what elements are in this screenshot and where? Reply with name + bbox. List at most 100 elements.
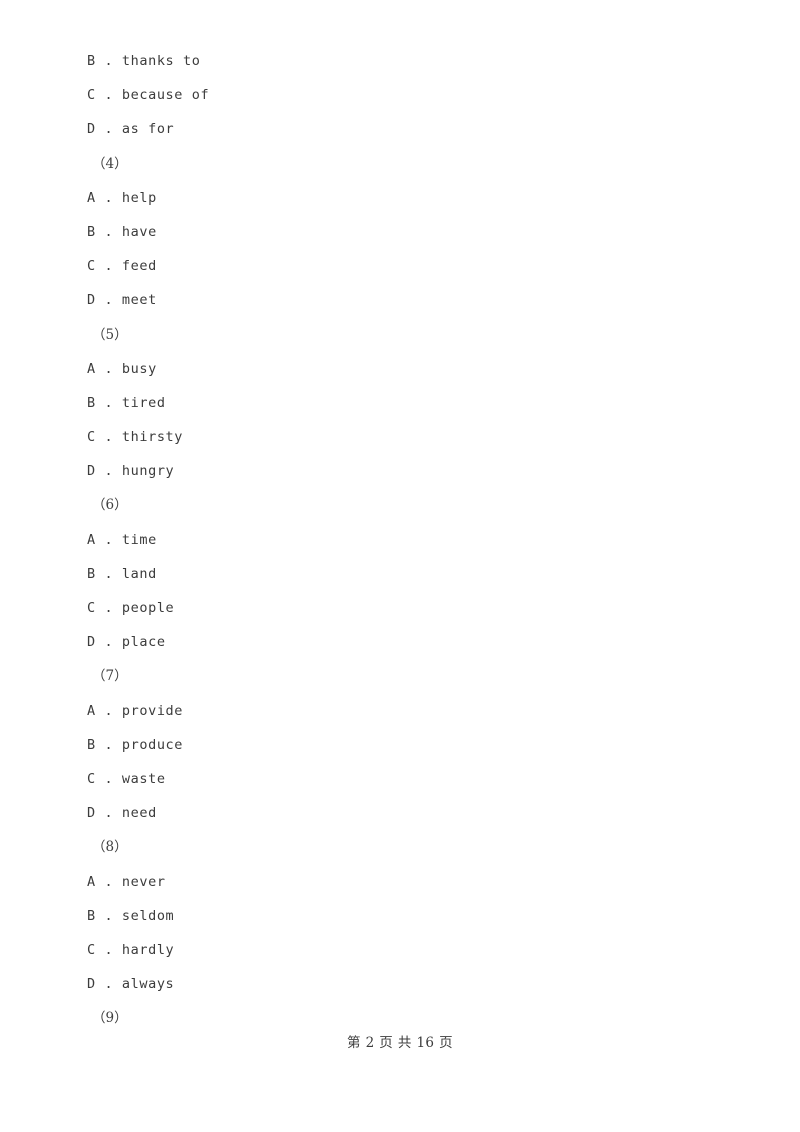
- option-separator: .: [95, 121, 122, 138]
- option-text: busy: [121, 360, 157, 377]
- option-separator: .: [95, 634, 122, 651]
- answer-option[interactable]: D . hungry: [87, 454, 707, 488]
- option-letter: C: [87, 429, 96, 446]
- question-group-marker: （5）: [92, 326, 128, 343]
- option-letter: B: [87, 565, 96, 582]
- option-letter: A: [87, 702, 96, 719]
- answer-option[interactable]: C . thirsty: [87, 420, 707, 454]
- answer-option[interactable]: A . never: [87, 865, 707, 899]
- option-separator: .: [95, 53, 122, 69]
- option-separator: .: [95, 941, 122, 958]
- option-letter: C: [87, 770, 96, 787]
- option-text: provide: [121, 702, 184, 719]
- option-separator: .: [95, 429, 122, 446]
- option-text: waste: [121, 770, 166, 787]
- option-letter: D: [87, 634, 96, 651]
- option-text: tired: [121, 394, 166, 411]
- option-separator: .: [95, 736, 122, 753]
- option-letter: B: [87, 736, 96, 753]
- option-separator: .: [95, 223, 122, 240]
- option-letter: A: [87, 531, 96, 548]
- option-text: help: [121, 189, 157, 206]
- answer-option[interactable]: C . because of: [87, 78, 707, 112]
- question-group-marker: （4）: [92, 155, 128, 172]
- option-separator: .: [95, 873, 122, 890]
- option-text: meet: [121, 292, 157, 309]
- answer-option[interactable]: A . help: [87, 181, 707, 215]
- answer-option[interactable]: A . time: [87, 523, 707, 557]
- option-text: never: [121, 873, 166, 890]
- answer-option[interactable]: B . thanks to: [87, 44, 707, 78]
- option-separator: .: [95, 702, 122, 719]
- question-options-list: B . thanks to C . because of D . as for （4）…: [87, 44, 707, 1035]
- option-letter: D: [87, 121, 96, 138]
- option-letter: D: [87, 463, 96, 480]
- option-text: need: [121, 805, 157, 822]
- answer-option[interactable]: D . need: [87, 796, 707, 830]
- answer-option[interactable]: A . provide: [87, 694, 707, 728]
- answer-option[interactable]: D . meet: [87, 283, 707, 317]
- answer-option[interactable]: D . always: [87, 967, 707, 1001]
- option-separator: .: [95, 258, 122, 275]
- answer-option[interactable]: C . people: [87, 591, 707, 625]
- option-letter: B: [87, 223, 96, 240]
- option-separator: .: [95, 565, 122, 582]
- option-separator: .: [95, 805, 122, 822]
- answer-option[interactable]: C . hardly: [87, 933, 707, 967]
- document-page: B . thanks to C . because of D . as for （4）…: [0, 0, 800, 1132]
- option-letter: A: [87, 189, 96, 206]
- option-text: people: [121, 600, 175, 616]
- option-text: hardly: [121, 941, 175, 958]
- question-group-marker: （6）: [92, 497, 128, 514]
- option-text: feed: [121, 258, 157, 275]
- answer-option[interactable]: B . land: [87, 557, 707, 591]
- option-separator: .: [95, 394, 122, 411]
- answer-option[interactable]: B . have: [87, 215, 707, 249]
- option-text: time: [121, 531, 157, 548]
- answer-option[interactable]: D . place: [87, 625, 707, 659]
- question-group-marker: （7）: [92, 668, 128, 685]
- option-letter: C: [87, 941, 96, 958]
- option-separator: .: [95, 87, 122, 104]
- option-separator: .: [95, 292, 122, 309]
- answer-option[interactable]: C . waste: [87, 762, 707, 796]
- option-separator: .: [95, 770, 122, 787]
- answer-option[interactable]: B . produce: [87, 728, 707, 762]
- option-text: thirsty: [121, 429, 184, 446]
- option-separator: .: [95, 531, 122, 548]
- answer-option[interactable]: C . feed: [87, 249, 707, 283]
- option-letter: A: [87, 360, 96, 377]
- option-text: have: [121, 223, 157, 240]
- option-separator: .: [95, 189, 122, 206]
- option-separator: .: [95, 600, 122, 616]
- option-letter: C: [87, 258, 96, 275]
- option-text: as for: [121, 121, 175, 138]
- option-letter: C: [87, 87, 96, 104]
- option-letter: A: [87, 873, 96, 890]
- question-group-marker: （8）: [92, 839, 128, 856]
- option-text: thanks to: [121, 53, 201, 69]
- option-letter: B: [87, 907, 96, 924]
- option-letter: B: [87, 53, 96, 69]
- option-text: because of: [121, 87, 210, 104]
- page-footer: 第 2 页 共 16 页: [346, 1035, 454, 1051]
- answer-option[interactable]: A . busy: [87, 352, 707, 386]
- option-separator: .: [95, 976, 122, 993]
- option-letter: D: [87, 976, 96, 993]
- option-letter: D: [87, 805, 96, 822]
- option-letter: D: [87, 292, 96, 309]
- answer-option[interactable]: D . as for: [87, 112, 707, 146]
- option-separator: .: [95, 907, 122, 924]
- answer-option[interactable]: B . seldom: [87, 899, 707, 933]
- answer-option[interactable]: B . tired: [87, 386, 707, 420]
- option-text: always: [121, 976, 175, 993]
- option-letter: C: [87, 600, 96, 616]
- option-text: hungry: [121, 463, 175, 480]
- option-text: produce: [121, 736, 184, 753]
- option-letter: B: [87, 394, 96, 411]
- option-text: place: [121, 634, 166, 651]
- option-text: land: [121, 565, 157, 582]
- option-separator: .: [95, 360, 122, 377]
- option-text: seldom: [121, 907, 175, 924]
- option-separator: .: [95, 463, 122, 480]
